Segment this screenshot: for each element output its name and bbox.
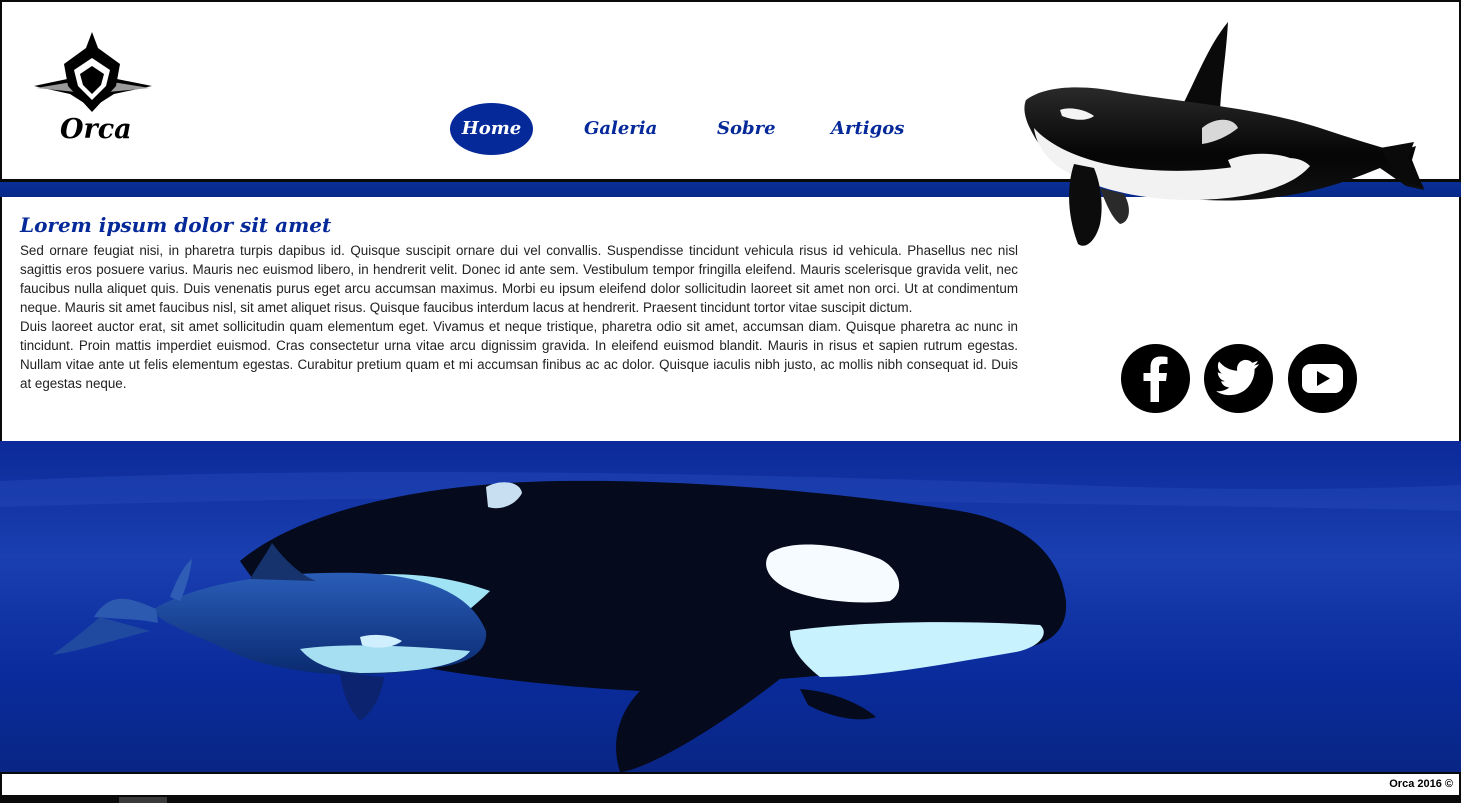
youtube-icon xyxy=(1302,364,1343,393)
nav-item-sobre[interactable]: Sobre xyxy=(717,103,776,155)
page: Orca Home Galeria Sobre Artigos Lorem ip… xyxy=(0,0,1461,803)
nav-item-artigos[interactable]: Artigos xyxy=(831,103,904,155)
site-logo-text[interactable]: Orca xyxy=(60,114,132,145)
bottom-strip xyxy=(0,797,1461,803)
facebook-link[interactable] xyxy=(1121,344,1190,413)
orca-illustration xyxy=(1020,18,1430,253)
article-title: Lorem ipsum dolor sit amet xyxy=(20,213,332,237)
youtube-link[interactable] xyxy=(1288,344,1357,413)
orca-photo xyxy=(0,441,1461,772)
banner-image xyxy=(0,441,1461,772)
orca-logo-icon xyxy=(34,32,152,112)
footer-copyright: Orca 2016 © xyxy=(1389,778,1453,790)
nav-item-home[interactable]: Home xyxy=(450,103,533,155)
nav-item-galeria[interactable]: Galeria xyxy=(584,103,657,155)
facebook-icon xyxy=(1143,356,1168,402)
site-footer: Orca 2016 © xyxy=(0,772,1461,797)
article: Lorem ipsum dolor sit amet Sed ornare fe… xyxy=(20,213,1018,393)
twitter-link[interactable] xyxy=(1204,344,1273,413)
twitter-icon xyxy=(1216,359,1259,396)
bottom-strip-chip xyxy=(119,797,167,803)
article-paragraph: Sed ornare feugiat nisi, in pharetra tur… xyxy=(20,243,1018,315)
article-paragraph: Duis laoreet auctor erat, sit amet solli… xyxy=(20,319,1018,391)
